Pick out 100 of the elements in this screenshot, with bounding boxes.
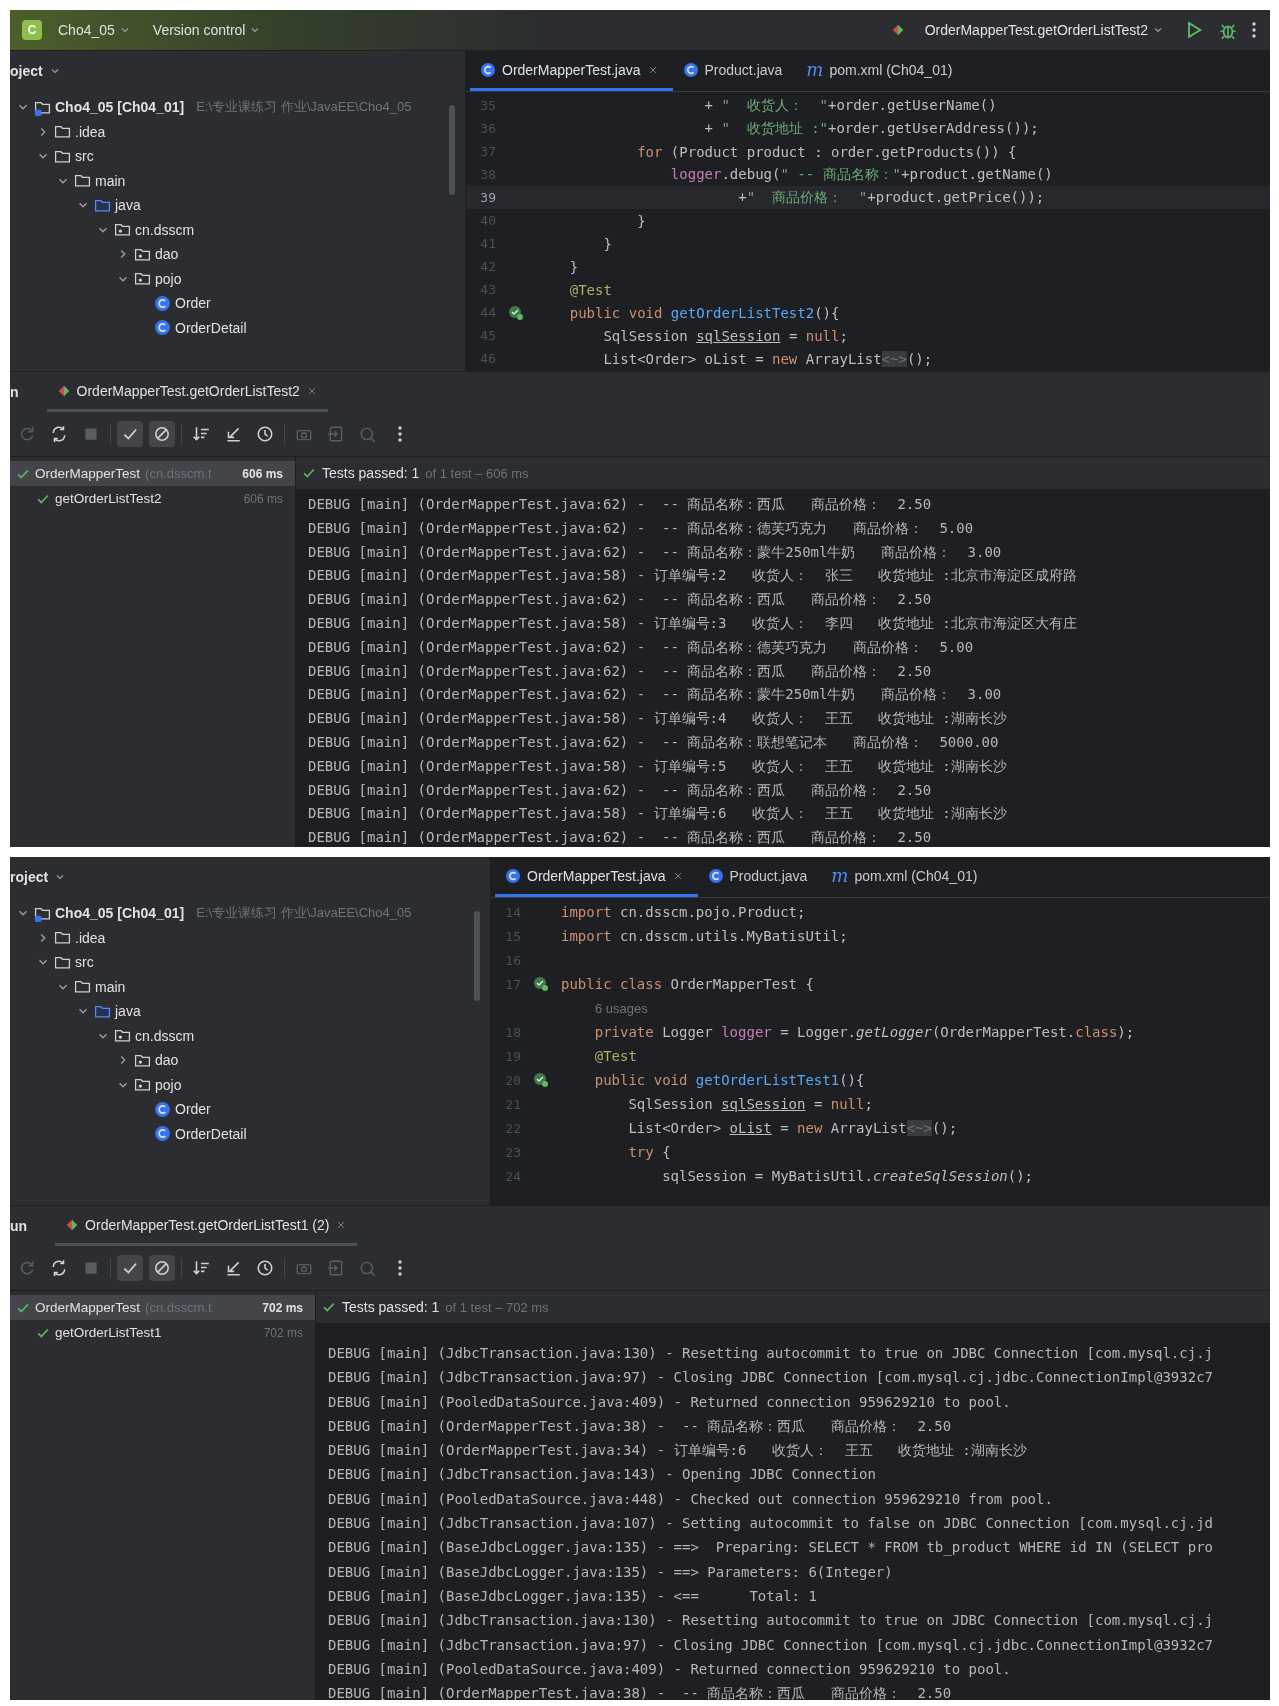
tree-item[interactable]: cn.dsscm <box>135 1027 195 1044</box>
code-line: try { <box>627 1144 671 1160</box>
usage-hint[interactable]: 6 usages <box>561 1000 648 1016</box>
test-name: OrderMapperTest <box>35 466 141 481</box>
tree-item[interactable]: dao <box>155 1052 179 1069</box>
test-summary: of 1 test – 606 ms <box>425 465 529 481</box>
tree-item[interactable]: cn.dsscm <box>135 221 195 238</box>
tree-item[interactable]: Order <box>175 1101 211 1118</box>
tree-item[interactable]: main <box>95 978 126 995</box>
class-icon <box>154 319 171 337</box>
console-line: DEBUG [main] (BaseJdbcLogger.java:135) - <== Total: 1 <box>328 1586 818 1606</box>
tree-item[interactable]: main <box>95 172 126 189</box>
tree-item[interactable]: Cho4_05 [Ch04_01] <box>55 905 185 922</box>
tree-item[interactable]: dao <box>155 246 179 263</box>
console-line: DEBUG [main] (BaseJdbcLogger.java:135) - ==> Parameters: 6(Integer) <box>328 1562 894 1582</box>
class-icon <box>682 61 699 78</box>
editor-tab[interactable]: OrderMapperTest.java <box>470 51 673 91</box>
editor-tab[interactable]: Product.java <box>697 857 822 897</box>
console-line: DEBUG [main] (JdbcTransaction.java:97) - Closing JDBC Connection [com.mysql.cj.jdbc.ConnectionImpl@3932c7 <box>328 1635 1214 1655</box>
console-line: DEBUG [main] (OrderMapperTest.java:58) - 订单编号:6 收货人： 王五 收货地址 :湖南长沙 <box>308 804 1008 824</box>
test-duration: 606 ms <box>243 491 283 506</box>
editor-tab[interactable]: Product.java <box>672 51 797 91</box>
project-selector[interactable]: Cho4_05 <box>52 20 137 40</box>
ban-button[interactable] <box>149 1255 175 1281</box>
console-line: DEBUG [main] (JdbcTransaction.java:107) - Setting autocommit to false on JDBC Connection [com.mysql.cj.jd <box>328 1514 1214 1534</box>
console-line: DEBUG [main] (JdbcTransaction.java:143) - Opening JDBC Connection <box>328 1465 877 1485</box>
console-line: DEBUG [main] (OrderMapperTest.java:62) - -- 商品名称：西瓜 商品价格： 2.50 <box>308 590 933 610</box>
sort-icon <box>192 1259 210 1277</box>
panel-title[interactable]: oject <box>10 63 61 79</box>
code-line: } <box>568 258 579 275</box>
run-test-icon[interactable] <box>533 976 549 992</box>
project-badge: C <box>22 20 42 40</box>
ban-button[interactable] <box>149 421 175 447</box>
tab-label: pom.xml (Ch04_01) <box>854 867 978 884</box>
run-tab[interactable]: OrderMapperTest.getOrderListTest1 (2) <box>55 1206 358 1246</box>
console-line: DEBUG [main] (OrderMapperTest.java:62) - -- 商品名称：德芙巧克力 商品价格： 5.00 <box>308 518 975 538</box>
console-line: DEBUG [main] (OrderMapperTest.java:58) - 订单编号:4 收货人： 王五 收货地址 :湖南长沙 <box>308 709 1008 729</box>
scrollbar[interactable] <box>449 105 455 195</box>
clock-icon <box>256 1259 274 1277</box>
tree-item[interactable]: Order <box>175 295 211 312</box>
tab-label: OrderMapperTest.java <box>502 61 641 78</box>
test-result: Tests passed: 1 <box>322 465 420 481</box>
check-button[interactable] <box>117 1255 143 1281</box>
check-button[interactable] <box>117 421 143 447</box>
panel-title[interactable]: roject <box>10 869 67 885</box>
tab-label: pom.xml (Ch04_01) <box>829 61 953 78</box>
tree-item[interactable]: .idea <box>75 929 106 946</box>
test-config-icon <box>890 23 905 37</box>
test-row[interactable]: getOrderListTest1 702 ms <box>10 1320 315 1345</box>
stop-icon <box>82 425 100 443</box>
tree-item[interactable]: pojo <box>155 270 182 287</box>
tab-label: OrderMapperTest.java <box>527 867 666 884</box>
run-test-icon[interactable] <box>508 304 524 321</box>
code-line: logger.debug(" -- 商品名称："+product.getName() <box>669 165 1053 184</box>
more-icon[interactable] <box>1252 22 1256 38</box>
class-icon <box>154 1100 171 1118</box>
console-line: DEBUG [main] (OrderMapperTest.java:58) - 订单编号:3 收货人： 李四 收货地址 :北京市海淀区大有庄 <box>308 614 1078 633</box>
console-line: DEBUG [main] (PooledDataSource.java:409) - Returned connection 959629210 to pool. <box>328 1392 1012 1412</box>
code-line: SqlSession sqlSession = null; <box>627 1096 873 1112</box>
tree-item[interactable]: src <box>75 148 94 165</box>
code-line: + " 收货地址 :"+order.getUserAddress()); <box>703 119 1039 138</box>
path-label: E:\专业课练习 作业\JavaEE\Cho4_05 <box>196 904 412 923</box>
console-line: DEBUG [main] (OrderMapperTest.java:34) - 订单编号:6 收货人： 王五 收货地址 :湖南长沙 <box>328 1441 1028 1461</box>
tree-item[interactable]: java <box>115 1003 141 1020</box>
import-icon <box>327 425 345 443</box>
tree-item[interactable]: src <box>75 954 94 971</box>
console-line: DEBUG [main] (OrderMapperTest.java:62) - -- 商品名称：西瓜 商品价格： 2.50 <box>308 495 933 514</box>
editor-tab[interactable]: OrderMapperTest.java <box>495 857 698 897</box>
console-line: DEBUG [main] (OrderMapperTest.java:62) - -- 商品名称：德芙巧克力 商品价格： 5.00 <box>308 637 975 657</box>
more-icon <box>398 1260 402 1276</box>
editor-tab[interactable]: m pom.xml (Ch04_01) <box>821 857 992 897</box>
line-number: 39 <box>479 190 496 205</box>
class-icon <box>480 61 496 78</box>
run-test-icon[interactable] <box>533 1072 549 1088</box>
panel-title[interactable]: un <box>10 1218 28 1234</box>
tree-item[interactable]: Cho4_05 [Ch04_01] <box>55 99 185 116</box>
tree-item[interactable]: java <box>115 197 141 214</box>
test-row[interactable]: getOrderListTest2 606 ms <box>10 486 295 511</box>
vcs-menu[interactable]: Version control <box>146 20 268 40</box>
tree-item[interactable]: OrderDetail <box>175 319 247 336</box>
class-icon <box>707 867 724 884</box>
scrollbar[interactable] <box>474 911 480 1001</box>
run-config-selector[interactable]: OrderMapperTest.getOrderListTest2 <box>918 20 1170 40</box>
rerun-icon <box>18 1259 36 1277</box>
test-duration: 606 ms <box>242 466 283 481</box>
class-icon <box>154 1125 171 1143</box>
editor-tab[interactable]: m pom.xml (Ch04_01) <box>796 51 967 91</box>
more-icon <box>398 426 402 442</box>
tree-item[interactable]: pojo <box>155 1076 182 1093</box>
run-tab[interactable]: OrderMapperTest.getOrderListTest2 <box>46 372 328 412</box>
code-line: @Test <box>568 281 612 298</box>
stop-icon <box>82 1259 100 1277</box>
tree-item[interactable]: OrderDetail <box>175 1125 247 1142</box>
console-line: DEBUG [main] (OrderMapperTest.java:62) - -- 商品名称：联想笔记本 商品价格： 5000.00 <box>308 732 1000 752</box>
console-line: DEBUG [main] (OrderMapperTest.java:38) - -- 商品名称：西瓜 商品价格： 2.50 <box>328 1416 953 1436</box>
tree-item[interactable]: .idea <box>75 123 106 140</box>
panel-title[interactable]: n <box>10 384 19 400</box>
refresh-icon <box>50 1259 68 1277</box>
sort-icon <box>192 425 210 443</box>
check-icon <box>322 1300 336 1314</box>
